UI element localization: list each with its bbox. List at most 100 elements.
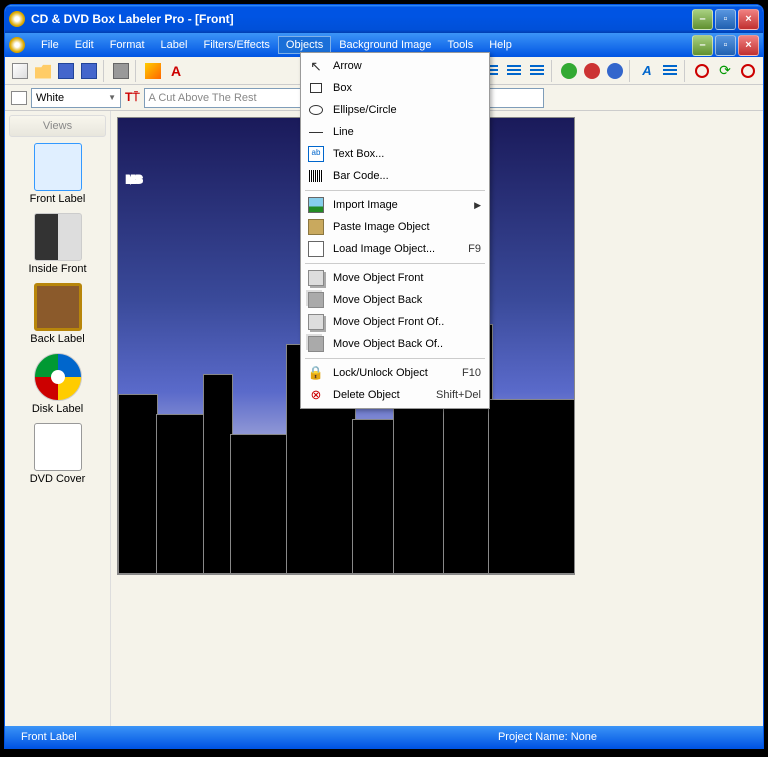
mdi-restore-button[interactable]: ▫ [715,35,736,56]
text-style-button[interactable]: A [636,60,658,82]
view-inside-front[interactable]: Inside Front [9,213,106,275]
menu-edit[interactable]: Edit [67,36,102,54]
view-thumb-icon [34,213,82,261]
menu-label[interactable]: Label [153,36,196,54]
align-right-button[interactable] [526,60,548,82]
new-button[interactable] [9,60,31,82]
menu-item-label: Lock/Unlock Object [333,367,462,379]
menu-item-moveobjectbackof[interactable]: Move Object Back Of.. [303,333,487,355]
front-icon [307,269,325,287]
menu-item-barcode[interactable]: Bar Code... [303,165,487,187]
view-back-label[interactable]: Back Label [9,283,106,345]
menu-shortcut: F9 [468,243,481,255]
view-disk-label[interactable]: Disk Label [9,353,106,415]
menu-item-pasteimageobject[interactable]: Paste Image Object [303,216,487,238]
view-label: Disk Label [9,403,106,415]
mdi-buttons: – ▫ × [692,35,759,56]
menu-item-lockunlockobject[interactable]: 🔒Lock/Unlock ObjectF10 [303,362,487,384]
font-color-button[interactable]: A [165,60,187,82]
status-project: Project Name: None [490,731,605,743]
lock-icon: 🔒 [307,364,325,382]
view-label: Back Label [9,333,106,345]
separator [684,60,688,82]
font-icon: T⍑ [125,90,140,105]
ellipse-icon [307,101,325,119]
view-front-label[interactable]: Front Label [9,143,106,205]
color-combo[interactable]: White ▼ [31,88,121,108]
separator [135,60,139,82]
menu-item-loadimageobject[interactable]: Load Image Object...F9 [303,238,487,260]
effect-green-button[interactable] [558,60,580,82]
menu-item-label: Move Object Back Of.. [333,338,481,350]
menu-item-textbox[interactable]: abText Box... [303,143,487,165]
align-button[interactable] [659,60,681,82]
align-center-button[interactable] [503,60,525,82]
view-label: Inside Front [9,263,106,275]
close-button[interactable]: × [738,9,759,30]
menu-item-label: Load Image Object... [333,243,468,255]
menu-item-label: Move Object Front [333,272,481,284]
menu-item-deleteobject[interactable]: ⊗Delete ObjectShift+Del [303,384,487,406]
separator [551,60,555,82]
arrow-icon: ↖ [307,57,325,75]
menu-item-label: Paste Image Object [333,221,481,233]
menu-item-importimage[interactable]: Import Image▶ [303,194,487,216]
stop-button[interactable] [737,60,759,82]
mdi-minimize-button[interactable]: – [692,35,713,56]
menu-item-arrow[interactable]: ↖ Arrow [303,55,487,77]
menu-item-label: Bar Code... [333,170,481,182]
save-button[interactable] [55,60,77,82]
menu-shortcut: Shift+Del [436,389,481,401]
titlebar[interactable]: CD & DVD Box Labeler Pro - [Front] – ▫ × [5,5,763,33]
line-icon [307,123,325,141]
menu-separator [305,358,485,359]
font-name: A Cut Above The Rest [149,92,257,104]
menu-item-line[interactable]: Line [303,121,487,143]
views-sidebar: Views Front LabelInside FrontBack LabelD… [5,111,111,726]
menu-item-moveobjectfront[interactable]: Move Object Front [303,267,487,289]
objects-menu: ↖ Arrow Box Ellipse/Circle Line abText Box...… [300,52,490,409]
menu-item-ellipsecircle[interactable]: Ellipse/Circle [303,99,487,121]
view-thumb-icon [34,423,82,471]
view-dvd-cover[interactable]: DVD Cover [9,423,106,485]
mdi-icon[interactable] [9,37,25,53]
separator [103,60,107,82]
back-icon [307,335,325,353]
minimize-button[interactable]: – [692,9,713,30]
menu-filterseffects[interactable]: Filters/Effects [195,36,277,54]
menu-item-label: Line [333,126,481,138]
effect-red-button[interactable] [581,60,603,82]
img-icon [307,196,325,214]
menu-file[interactable]: File [33,36,67,54]
color-name: White [36,92,64,104]
box-icon [307,79,325,97]
menu-item-moveobjectback[interactable]: Move Object Back [303,289,487,311]
paste-icon [307,218,325,236]
text-icon: ab [307,145,325,163]
window-title: CD & DVD Box Labeler Pro - [Front] [31,12,692,26]
app-icon [9,11,25,27]
canvas-text[interactable]: MUS [126,126,138,194]
refresh-button[interactable]: ⟳ [714,60,736,82]
print-button[interactable] [110,60,132,82]
menu-item-label: Ellipse/Circle [333,104,481,116]
chevron-down-icon: ▼ [108,93,116,102]
menu-format[interactable]: Format [102,36,153,54]
open-button[interactable] [32,60,54,82]
maximize-button[interactable]: ▫ [715,9,736,30]
disc-button[interactable] [691,60,713,82]
menu-item-moveobjectfrontof[interactable]: Move Object Front Of.. [303,311,487,333]
effect-blue-button[interactable] [604,60,626,82]
color-swatch[interactable] [11,91,27,105]
menu-separator [305,190,485,191]
saveas-button[interactable] [78,60,100,82]
view-thumb-icon [34,353,82,401]
view-label: Front Label [9,193,106,205]
back-icon [307,291,325,309]
mdi-close-button[interactable]: × [738,35,759,56]
wizard-button[interactable] [142,60,164,82]
menu-item-box[interactable]: Box [303,77,487,99]
menu-item-label: Arrow [333,60,481,72]
view-label: DVD Cover [9,473,106,485]
titlebar-buttons: – ▫ × [692,9,759,30]
